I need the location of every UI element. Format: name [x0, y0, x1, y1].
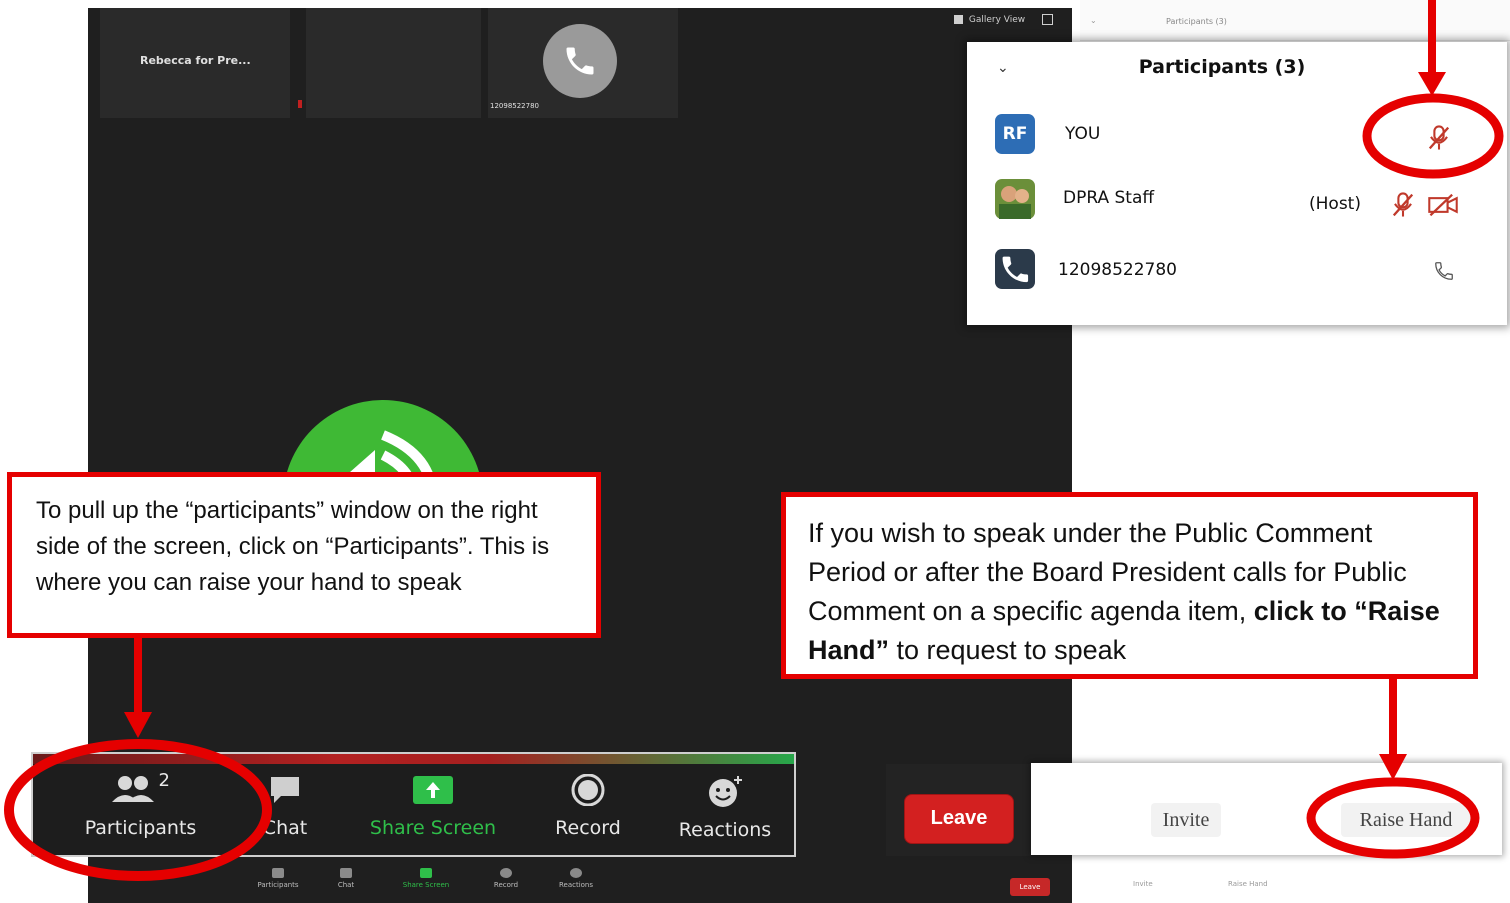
participants-footer: Invite Raise Hand	[1031, 763, 1502, 855]
sidebar-title: Participants (3)	[1166, 17, 1227, 26]
participants-button[interactable]: 2 Participants	[83, 770, 198, 839]
participants-icon: 2	[111, 770, 171, 806]
fullscreen-icon[interactable]	[1042, 14, 1054, 25]
callout-participants-instruction: To pull up the “participants” window on …	[7, 472, 601, 638]
tile-name: Rebecca for Pre...	[140, 54, 251, 67]
sidebar-invite-link[interactable]: Invite	[1133, 880, 1153, 888]
participant-role: (Host)	[1309, 194, 1361, 214]
callout-raise-hand-instruction: If you wish to speak under the Public Co…	[781, 492, 1478, 679]
sidebar-header: ⌄ Participants (3)	[1080, 0, 1510, 41]
share-screen-button[interactable]: Share Screen	[368, 774, 498, 839]
participant-row-phone[interactable]: 12098522780	[967, 242, 1507, 302]
meeting-toolbar: 2 Participants Chat Share Screen Record …	[31, 752, 796, 857]
participant-row-host[interactable]: DPRA Staff (Host)	[967, 172, 1507, 232]
video-strip	[33, 754, 794, 764]
participants-icon	[272, 868, 284, 878]
record-label: Record	[555, 817, 621, 839]
callout-text-suffix: to request to speak	[889, 635, 1127, 665]
participants-label: Participants	[84, 817, 197, 839]
chat-label: Chat	[262, 817, 308, 839]
muted-indicator	[298, 100, 302, 108]
participants-panel: ⌄ Participants (3) RF YOU DPRA Staff (Ho…	[967, 42, 1507, 325]
share-screen-label: Share Screen	[369, 817, 497, 839]
video-tile-blank[interactable]	[306, 8, 481, 118]
phone-avatar-icon	[543, 24, 617, 98]
participant-row-you[interactable]: RF YOU	[967, 107, 1507, 167]
video-tile-rebecca[interactable]: Rebecca for Pre...	[100, 8, 302, 118]
panel-title: Participants (3)	[1138, 56, 1306, 78]
mini-record-button[interactable]: Record	[476, 868, 536, 889]
mic-muted-icon[interactable]	[1389, 190, 1417, 220]
participants-count: 2	[158, 770, 170, 791]
chat-icon	[340, 868, 352, 878]
top-controls: Gallery View	[954, 14, 1054, 25]
reactions-icon	[709, 776, 742, 807]
record-icon	[500, 868, 512, 878]
phone-icon	[1435, 262, 1453, 280]
avatar	[995, 249, 1035, 289]
raise-hand-button[interactable]: Raise Hand	[1341, 803, 1471, 837]
gallery-view-icon[interactable]	[954, 15, 963, 24]
share-screen-icon	[413, 776, 453, 804]
avatar: RF	[995, 114, 1035, 154]
mini-leave-button[interactable]: Leave	[1010, 878, 1050, 896]
sidebar-raise-hand-link[interactable]: Raise Hand	[1228, 880, 1268, 888]
mini-reactions-button[interactable]: Reactions	[546, 868, 606, 889]
tile-number: 12098522780	[490, 102, 539, 110]
reactions-icon	[570, 868, 582, 878]
participant-name: DPRA Staff	[1063, 188, 1155, 208]
mini-chat-button[interactable]: Chat	[316, 868, 376, 889]
mini-toolbar: Participants Chat Share Screen Record Re…	[248, 868, 598, 903]
record-button[interactable]: Record	[548, 773, 628, 839]
leave-button[interactable]: Leave	[904, 794, 1014, 844]
callout-text: To pull up the “participants” window on …	[36, 497, 550, 596]
share-screen-icon	[420, 868, 432, 878]
reactions-button[interactable]: Reactions	[675, 774, 775, 841]
chat-icon	[271, 777, 299, 803]
invite-button[interactable]: Invite	[1151, 803, 1221, 837]
participant-name: 12098522780	[1058, 260, 1177, 280]
chevron-down-icon[interactable]: ⌄	[1090, 16, 1097, 25]
leave-area: Leave	[886, 764, 1031, 856]
chat-button[interactable]: Chat	[255, 774, 315, 839]
avatar	[995, 179, 1035, 219]
record-icon	[571, 773, 605, 807]
mini-participants-button[interactable]: Participants	[248, 868, 308, 889]
mic-muted-icon[interactable]	[1425, 123, 1453, 153]
reactions-label: Reactions	[678, 819, 772, 841]
video-off-icon[interactable]	[1427, 192, 1459, 218]
participant-name: YOU	[1065, 124, 1101, 144]
mini-share-button[interactable]: Share Screen	[396, 868, 456, 889]
gallery-view-label[interactable]: Gallery View	[969, 15, 1025, 25]
